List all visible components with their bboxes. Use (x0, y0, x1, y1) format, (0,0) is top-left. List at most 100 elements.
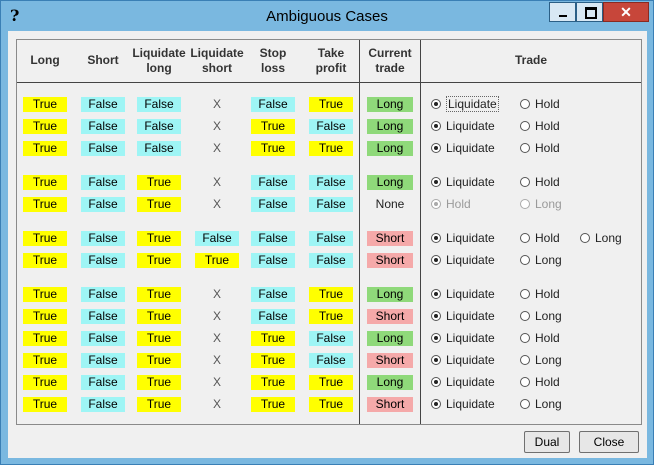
cell-short: False (81, 175, 125, 190)
title-bar[interactable]: ? Ambiguous Cases ✕ (1, 1, 653, 31)
cell-long: True (23, 287, 67, 302)
radio-liquidate[interactable]: Liquidate (431, 352, 495, 368)
cell-long: True (23, 309, 67, 324)
radio-liquidate[interactable]: Liquidate (431, 308, 495, 324)
radio-label: Hold (535, 375, 560, 389)
radio-liquidate[interactable]: Liquidate (431, 252, 495, 268)
radio-indicator (520, 99, 530, 109)
radio-hold[interactable]: Hold (520, 286, 560, 302)
radio-label: Long (535, 353, 562, 367)
radio-hold[interactable]: Hold (520, 140, 560, 156)
radio-hold[interactable]: Hold (520, 374, 560, 390)
radio-long[interactable]: Long (520, 252, 562, 268)
radio-liquidate[interactable]: Liquidate (431, 96, 499, 112)
cell-short: False (81, 397, 125, 412)
cell-take-profit: True (309, 287, 353, 302)
radio-liquidate[interactable]: Liquidate (431, 396, 495, 412)
radio-label: Liquidate (446, 375, 495, 389)
current-trade-badge: Long (367, 175, 413, 190)
cell-long: True (23, 331, 67, 346)
radio-label: Liquidate (446, 309, 495, 323)
radio-long[interactable]: Long (520, 308, 562, 324)
cell-liquidate-short: X (212, 119, 221, 133)
radio-label: Hold (535, 331, 560, 345)
radio-hold[interactable]: Hold (520, 330, 560, 346)
radio-liquidate[interactable]: Liquidate (431, 118, 495, 134)
close-window-button[interactable]: ✕ (603, 2, 649, 22)
radio-label: Liquidate (446, 331, 495, 345)
cell-stop-loss: False (251, 197, 295, 212)
radio-liquidate[interactable]: Liquidate (431, 374, 495, 390)
header-divider (17, 82, 641, 83)
cell-liquidate-long: True (137, 175, 181, 190)
radio-liquidate[interactable]: Liquidate (431, 286, 495, 302)
cell-take-profit: False (309, 175, 353, 190)
cases-table: Long Short Liquidate long Liquidate short Stop… (16, 39, 642, 425)
radio-hold[interactable]: Hold (520, 174, 560, 190)
radio-indicator (431, 99, 441, 109)
radio-long[interactable]: Long (520, 396, 562, 412)
cell-liquidate-short: X (212, 197, 221, 211)
radio-liquidate[interactable]: Liquidate (431, 174, 495, 190)
cell-stop-loss: True (251, 119, 295, 134)
radio-label: Long (535, 253, 562, 267)
radio-liquidate[interactable]: Liquidate (431, 330, 495, 346)
cell-stop-loss: False (251, 175, 295, 190)
radio-indicator (520, 377, 530, 387)
cell-stop-loss: True (251, 397, 295, 412)
current-trade-badge: Short (367, 397, 413, 412)
cell-short: False (81, 119, 125, 134)
divider-trade (420, 40, 421, 424)
radio-hold[interactable]: Hold (431, 196, 471, 212)
cell-liquidate-short: X (212, 97, 221, 111)
radio-long[interactable]: Long (580, 230, 622, 246)
radio-label: Long (535, 197, 562, 211)
radio-label: Hold (535, 175, 560, 189)
cell-stop-loss: False (251, 287, 295, 302)
cell-take-profit: True (309, 97, 353, 112)
radio-label: Hold (535, 287, 560, 301)
radio-indicator (520, 121, 530, 131)
radio-label: Liquidate (446, 141, 495, 155)
cell-liquidate-short: X (212, 353, 221, 367)
cell-liquidate-long: False (137, 119, 181, 134)
radio-indicator (520, 233, 530, 243)
radio-indicator (431, 143, 441, 153)
cell-long: True (23, 141, 67, 156)
cell-liquidate-short: X (212, 309, 221, 323)
cell-liquidate-short: X (212, 287, 221, 301)
cell-take-profit: False (309, 353, 353, 368)
close-button[interactable]: Close (579, 431, 639, 453)
minimize-button[interactable] (549, 2, 576, 22)
cell-take-profit: False (309, 253, 353, 268)
radio-indicator (520, 311, 530, 321)
dual-button[interactable]: Dual (524, 431, 570, 453)
cell-long: True (23, 97, 67, 112)
cell-long: True (23, 353, 67, 368)
cell-liquidate-long: True (137, 253, 181, 268)
radio-label: Liquidate (446, 353, 495, 367)
radio-long[interactable]: Long (520, 352, 562, 368)
cell-stop-loss: False (251, 231, 295, 246)
radio-liquidate[interactable]: Liquidate (431, 140, 495, 156)
cell-take-profit: True (309, 309, 353, 324)
current-trade-badge: Short (367, 253, 413, 268)
cell-short: False (81, 231, 125, 246)
radio-indicator (520, 177, 530, 187)
radio-hold[interactable]: Hold (520, 96, 560, 112)
radio-indicator (431, 399, 441, 409)
cell-take-profit: True (309, 375, 353, 390)
maximize-button[interactable] (576, 2, 603, 22)
radio-label: Liquidate (446, 287, 495, 301)
radio-hold[interactable]: Hold (520, 118, 560, 134)
radio-long[interactable]: Long (520, 196, 562, 212)
radio-hold[interactable]: Hold (520, 230, 560, 246)
cell-stop-loss: True (251, 141, 295, 156)
radio-liquidate[interactable]: Liquidate (431, 230, 495, 246)
radio-label: Long (535, 309, 562, 323)
dialog-window: ? Ambiguous Cases ✕ Long Short Liquidate lo… (0, 0, 654, 465)
cell-long: True (23, 253, 67, 268)
radio-label: Liquidate (446, 175, 495, 189)
current-trade-badge: Short (367, 309, 413, 324)
cell-stop-loss: True (251, 331, 295, 346)
